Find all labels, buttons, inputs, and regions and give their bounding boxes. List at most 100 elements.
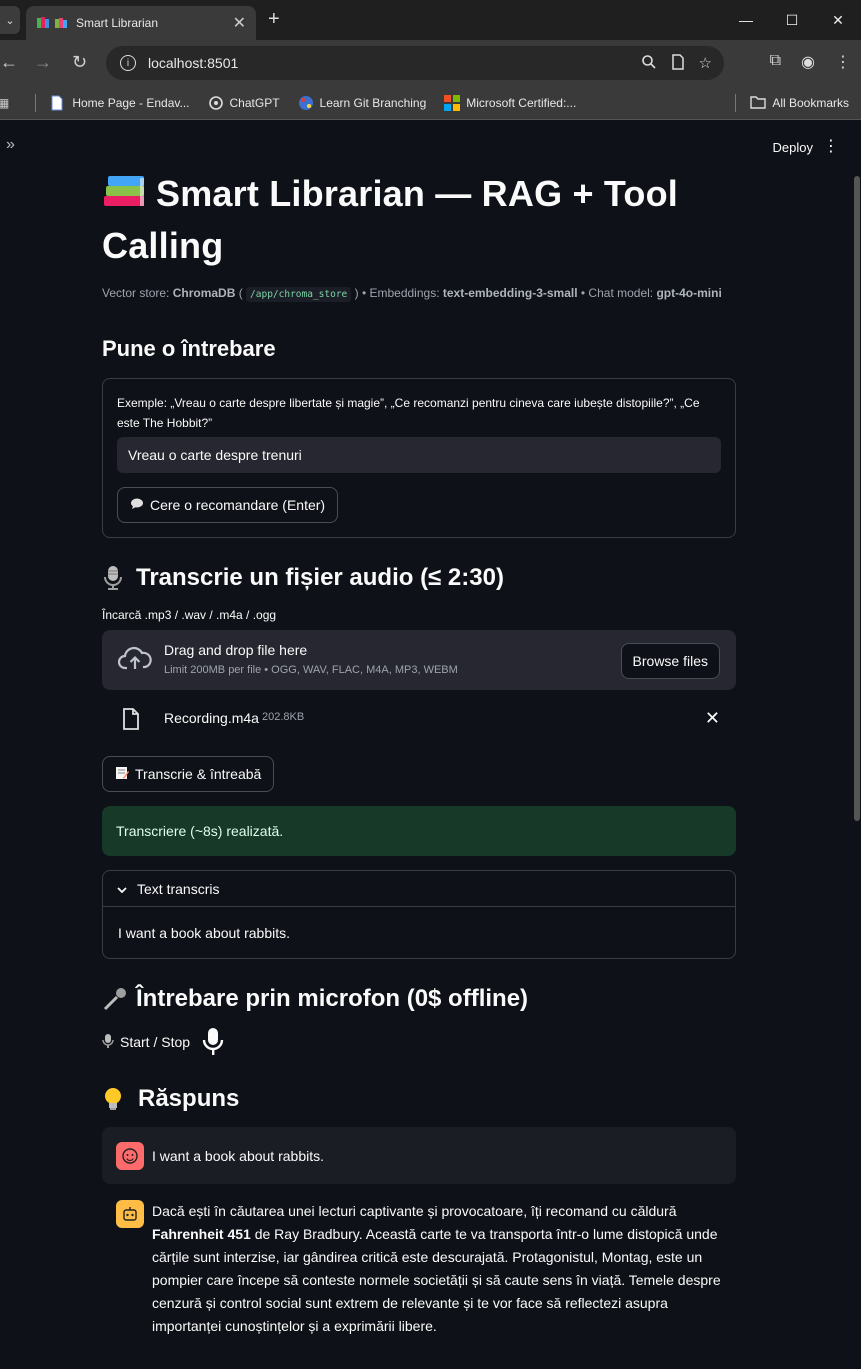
title-line-2: Calling (102, 225, 224, 266)
example-text: Exemple: „Vreau o carte despre libertate… (117, 396, 700, 430)
recommend-button-label: Cere o recomandare (Enter) (150, 497, 326, 513)
site-info-icon[interactable]: i (120, 55, 136, 71)
bookmark-label: ChatGPT (229, 95, 280, 110)
bookmark-home-page[interactable]: Home Page - Endav... (50, 95, 190, 111)
dropzone-title: Drag and drop file here (164, 642, 308, 658)
page-icon[interactable] (671, 54, 685, 74)
answer-text-part: de Ray Bradbury. Această carte te va tra… (152, 1226, 721, 1334)
bookmark-microsoft[interactable]: Microsoft Certified:... (444, 94, 576, 111)
mic-heading-text: Întrebare prin microfon (0$ offline) (136, 985, 529, 1012)
answer-heading: Răspuns (102, 1085, 736, 1113)
openai-icon (208, 95, 224, 111)
assistant-avatar-icon (116, 1200, 144, 1228)
studio-microphone-small-icon (102, 1033, 114, 1052)
cloud-upload-icon (117, 646, 152, 677)
user-message-text: I want a book about rabbits. (152, 1147, 324, 1164)
tab-search-chevron-icon[interactable]: ⌄ (0, 6, 20, 34)
expander-title: Text transcris (137, 880, 220, 897)
file-dropzone[interactable]: Drag and drop file here Limit 200MB per … (102, 630, 736, 690)
uploaded-file-row: Recording.m4a 202.8KB ✕ (102, 690, 736, 746)
books-emoji-icon (54, 16, 68, 30)
success-alert: Transcriere (~8s) realizată. (102, 806, 736, 856)
bookmark-star-icon[interactable]: ☆ (699, 54, 712, 74)
studio-microphone-icon (102, 565, 124, 591)
chat-model: gpt-4o-mini (656, 286, 722, 300)
bookmark-label: Home Page - Endav... (72, 95, 190, 110)
address-bar-row: ← → ↻ i localhost:8501 ☆ ⧉ ◉ ⋮ (0, 40, 861, 86)
omnibox[interactable]: i localhost:8501 ☆ (106, 46, 724, 80)
close-tab-icon[interactable]: ✕ (233, 13, 246, 33)
question-form: Exemple: „Vreau o carte despre libertate… (102, 378, 736, 538)
page-title: Smart Librarian — RAG + Tool Calling (102, 170, 736, 270)
record-mic-button-icon[interactable] (202, 1027, 224, 1057)
file-size: 202.8KB (262, 711, 305, 723)
page-scrollbar[interactable] (854, 176, 860, 821)
folder-icon (750, 95, 767, 111)
transcript-expander: Text transcris I want a book about rabbi… (102, 870, 736, 959)
question-input[interactable]: Vreau o carte despre trenuri (117, 437, 721, 473)
maximize-icon[interactable]: ☐ (769, 0, 815, 40)
ask-heading: Pune o întrebare (102, 336, 276, 361)
all-bookmarks-label: All Bookmarks (772, 95, 849, 110)
book-title: Fahrenheit 451 (152, 1226, 251, 1242)
tab-title: Smart Librarian (76, 16, 159, 30)
all-bookmarks[interactable]: All Bookmarks (735, 93, 849, 112)
vector-store-name: ChromaDB (172, 286, 236, 300)
bookmark-label: Learn Git Branching (319, 95, 427, 110)
transcribe-heading: Transcrie un fișier audio (≤ 2:30) (102, 564, 736, 592)
transcript-text: I want a book about rabbits. (118, 924, 290, 941)
answer-heading-text: Răspuns (138, 1085, 240, 1112)
books-icon (102, 174, 150, 222)
mic-label: Start / Stop (120, 1034, 191, 1050)
microphone-icon (102, 986, 128, 1012)
new-tab-icon[interactable]: + (268, 8, 280, 31)
reload-icon[interactable]: ↻ (72, 52, 87, 73)
browser-menu-icon[interactable]: ⋮ (835, 52, 851, 72)
app-container: » Deploy ⋮ Smart Librarian — RAG + Tool … (0, 120, 861, 1369)
zoom-icon[interactable] (641, 54, 657, 74)
user-chat-message: I want a book about rabbits. (102, 1127, 736, 1184)
back-icon[interactable]: ← (0, 52, 18, 73)
file-name: Recording.m4a (164, 710, 259, 726)
embedding-model: text-embedding-3-small (442, 286, 578, 300)
caption-text: ) • Embeddings: (351, 286, 443, 300)
forward-icon[interactable]: → (34, 52, 52, 73)
mic-heading: Întrebare prin microfon (0$ offline) (102, 985, 736, 1013)
transcribe-button-label: Transcrie & întreabă (135, 766, 262, 782)
url-text: localhost:8501 (148, 55, 239, 71)
remove-file-icon[interactable]: ✕ (705, 708, 720, 729)
bookmark-learn-git[interactable]: Learn Git Branching (298, 95, 427, 111)
title-line-1: Smart Librarian — RAG + Tool (156, 173, 679, 214)
chevron-down-icon (117, 881, 127, 897)
books-favicon-icon (36, 16, 50, 30)
bookmark-chatgpt[interactable]: ChatGPT (208, 95, 280, 111)
close-window-icon[interactable]: ✕ (815, 0, 861, 40)
minimize-icon[interactable]: — (723, 0, 769, 40)
browse-files-button[interactable]: Browse files (620, 643, 720, 679)
mic-recorder: Start / Stop (102, 1027, 736, 1057)
vector-store-path: /app/chroma_store (246, 287, 352, 302)
microsoft-logo-icon (444, 94, 461, 111)
bookmarks-divider (35, 93, 37, 112)
deploy-button[interactable]: Deploy (773, 140, 813, 155)
apps-grid-icon[interactable]: ▦ (0, 96, 9, 110)
bookmarks-divider (735, 93, 737, 112)
caption-text: • Chat model: (577, 286, 657, 300)
profile-icon[interactable]: ◉ (801, 52, 815, 72)
extensions-icon[interactable]: ⧉ (770, 52, 781, 72)
sidebar-expand-icon[interactable]: » (6, 136, 15, 154)
recommend-button[interactable]: Cere o recomandare (Enter) (117, 487, 339, 523)
browser-tab-bar: ⌄ Smart Librarian ✕ + — ☐ ✕ (0, 0, 861, 40)
dropzone-limit: Limit 200MB per file • OGG, WAV, FLAC, M… (164, 664, 458, 676)
transcribe-heading-text: Transcrie un fișier audio (≤ 2:30) (136, 564, 504, 591)
assistant-chat-message: Dacă ești în căutarea unei lecturi capti… (102, 1200, 736, 1338)
main-content: Smart Librarian — RAG + Tool Calling Vec… (102, 120, 736, 1338)
file-icon (122, 708, 140, 735)
speech-bubble-icon (130, 497, 144, 513)
expander-header[interactable]: Text transcris (103, 871, 735, 907)
light-bulb-icon (102, 1086, 124, 1112)
browser-tab[interactable]: Smart Librarian ✕ (26, 6, 256, 40)
transcribe-button[interactable]: Transcrie & întreabă (102, 756, 275, 792)
bookmarks-bar: ▦ Home Page - Endav... ChatGPT Learn Git… (0, 86, 861, 120)
main-menu-icon[interactable]: ⋮ (823, 136, 839, 156)
